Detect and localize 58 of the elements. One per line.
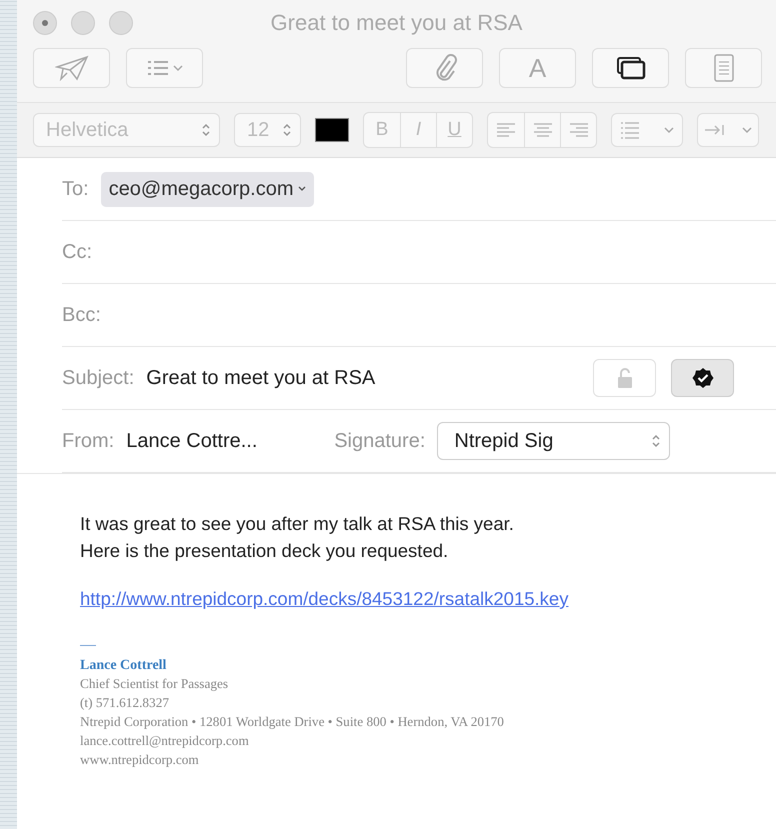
stepper-icon [282, 122, 292, 138]
signature-line: www.ntrepidcorp.com [80, 751, 200, 769]
signature-popup[interactable]: Ntrepid Sig [437, 422, 670, 460]
window-title: Great to meet you at RSA [270, 10, 524, 36]
alignment-control[interactable] [487, 112, 597, 148]
caret-icon [172, 64, 182, 72]
header-fields-button[interactable] [126, 48, 203, 88]
photo-browser-button[interactable] [592, 48, 669, 88]
encrypt-button[interactable] [593, 359, 656, 397]
from-field[interactable]: Lance Cottre... [126, 430, 334, 452]
send-button[interactable] [33, 48, 110, 88]
windows-icon [616, 56, 646, 80]
text-style-control[interactable]: B I U [363, 112, 473, 148]
indent-popup[interactable] [697, 113, 759, 147]
underline-button[interactable]: U [436, 113, 472, 147]
document-icon [712, 53, 734, 83]
checkmark-seal-icon [692, 367, 714, 389]
stationery-button[interactable] [685, 48, 762, 88]
attach-button[interactable] [406, 48, 483, 88]
font-popup[interactable]: Helvetica [33, 113, 220, 147]
size-popup[interactable]: 12 [234, 113, 301, 147]
caret-icon [664, 126, 674, 134]
fonts-button[interactable]: A [499, 48, 576, 88]
align-icon [532, 122, 552, 138]
field-label: Bcc: [62, 304, 101, 326]
signature-line: lance.cottrell@ntrepidcorp.com [80, 732, 250, 750]
zoom-button[interactable] [109, 11, 133, 35]
paper-plane-icon [54, 55, 88, 81]
align-icon [496, 122, 516, 138]
align-icon [568, 122, 588, 138]
signature-line: (t) 571.612.8327 [80, 694, 170, 712]
subject-field[interactable]: Great to meet you at RSA [146, 366, 593, 390]
field-label: Cc: [62, 240, 92, 264]
caret-icon [298, 186, 306, 192]
padlock-icon [616, 367, 634, 389]
italic-button[interactable]: I [400, 113, 436, 147]
recipient-token[interactable]: ceo@megacorp.com [100, 172, 314, 206]
bold-button[interactable]: B [364, 113, 400, 147]
caret-icon [742, 126, 752, 134]
link[interactable]: http://www.ntrepidcorp.com/decks/8453122/rsatalk2015.key [80, 588, 568, 610]
sign-button[interactable] [671, 359, 734, 397]
close-button[interactable] [33, 11, 57, 35]
stepper-icon [201, 122, 211, 138]
field-label: From: [62, 430, 114, 452]
body-text: It was great to see you after my talk at RSA this year. Here is the presentation deck you requested. [80, 512, 515, 563]
list-icon [146, 60, 168, 76]
color-well[interactable] [315, 118, 349, 142]
field-label: To: [62, 178, 89, 200]
field-label: Subject: [62, 366, 134, 390]
indent-icon [704, 123, 726, 137]
signature-line: Ntrepid Corporation • 12801 Worldgate Drive • Suite 800 • Herndon, VA 20170 [80, 713, 505, 731]
signature-name: Lance Cottrell [80, 658, 168, 674]
list-icon [620, 121, 640, 139]
minimize-button[interactable] [71, 11, 95, 35]
list-style-popup[interactable] [611, 113, 683, 147]
signature-line: Chief Scientist for Passages [80, 675, 230, 693]
field-label: Signature: [334, 430, 426, 452]
stepper-icon [651, 433, 662, 449]
